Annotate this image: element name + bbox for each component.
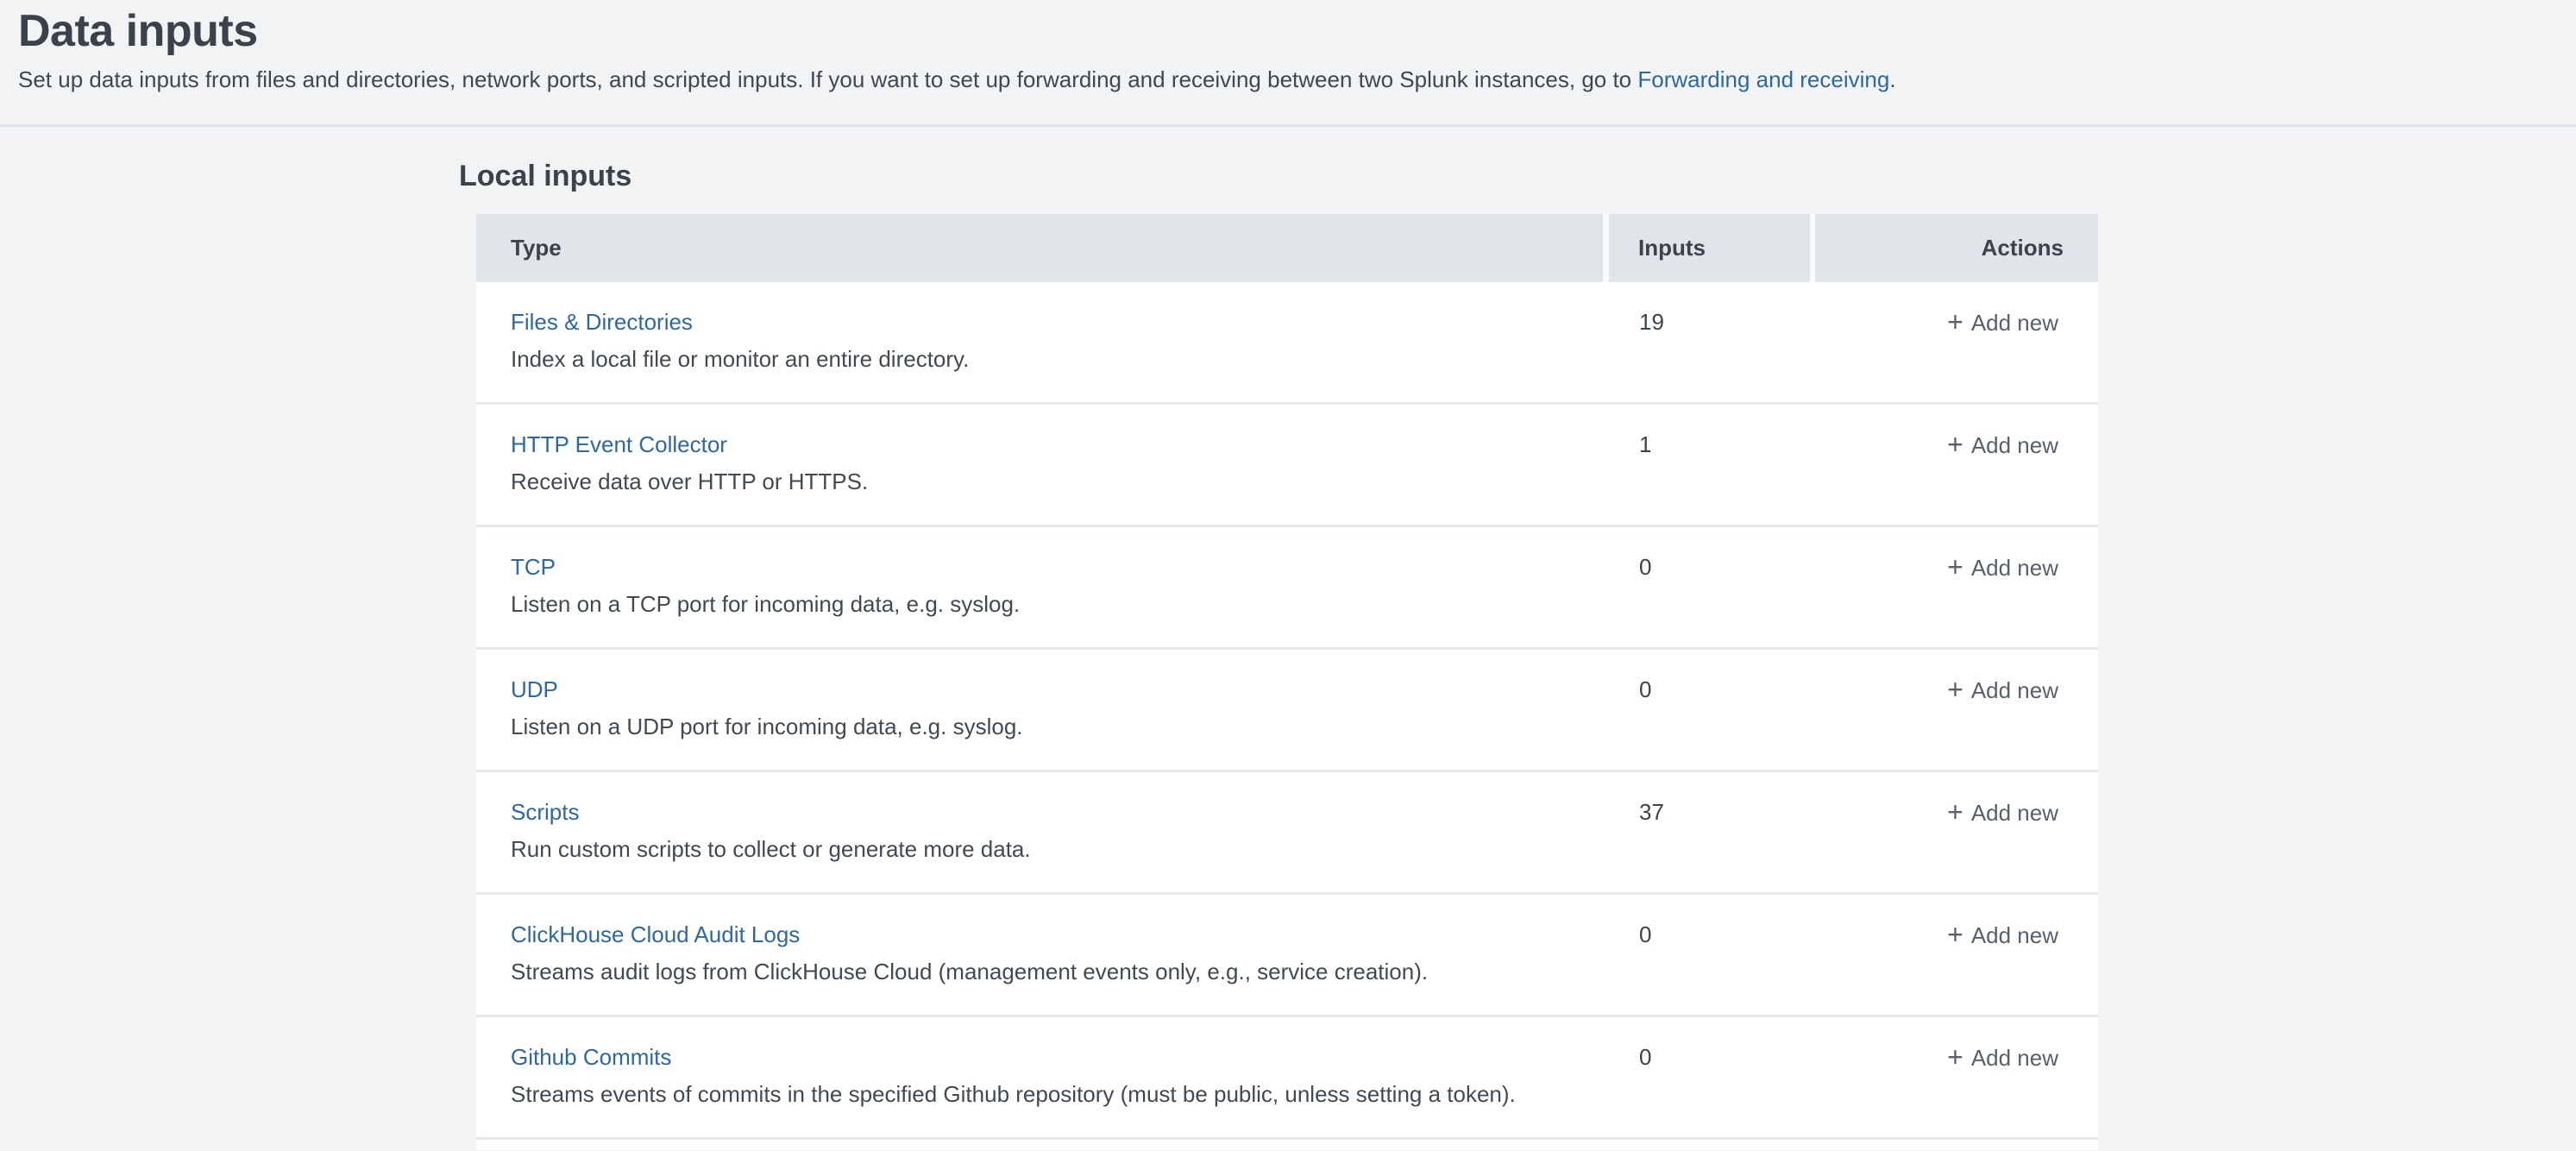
- column-header-type: Type: [476, 214, 1603, 282]
- actions-cell: + Add new: [1810, 650, 2098, 770]
- type-cell: HTTP Event Collector Receive data over H…: [476, 405, 1603, 525]
- column-header-inputs: Inputs: [1603, 214, 1810, 282]
- input-type-link[interactable]: TCP: [511, 552, 556, 582]
- add-new-link[interactable]: + Add new: [1947, 918, 2058, 951]
- inputs-count: 0: [1603, 895, 1810, 1015]
- add-new-label: Add new: [1971, 310, 2058, 336]
- inputs-count: 0: [1603, 527, 1810, 647]
- input-type-description: Index a local file or monitor an entire …: [511, 344, 1603, 374]
- type-cell: Scripts Run custom scripts to collect or…: [476, 772, 1603, 892]
- actions-cell: + Add new: [1810, 527, 2098, 647]
- table-row: TCP Listen on a TCP port for incoming da…: [476, 527, 2098, 650]
- inputs-count: 37: [1603, 772, 1810, 892]
- input-type-description: Listen on a UDP port for incoming data, …: [511, 712, 1603, 741]
- content-area: Local inputs Type Inputs Actions Files &…: [0, 159, 2576, 1150]
- input-type-link[interactable]: HTTP Event Collector: [511, 430, 727, 459]
- plus-icon: +: [1947, 306, 1963, 337]
- inputs-count: 1: [1603, 405, 1810, 525]
- input-type-description: Receive data over HTTP or HTTPS.: [511, 467, 1603, 496]
- local-inputs-table: Type Inputs Actions Files & Directories …: [476, 214, 2098, 1150]
- input-type-link[interactable]: Files & Directories: [511, 307, 693, 336]
- actions-cell: + Add new: [1810, 282, 2098, 402]
- add-new-label: Add new: [1971, 1045, 2058, 1071]
- actions-cell: + Add new: [1810, 772, 2098, 892]
- table-row: Github Commits Streams events of commits…: [476, 1017, 2098, 1140]
- add-new-label: Add new: [1971, 432, 2058, 458]
- add-new-link[interactable]: + Add new: [1947, 796, 2058, 828]
- page-title: Data inputs: [18, 3, 2550, 59]
- page-subtitle: Set up data inputs from files and direct…: [18, 64, 2550, 95]
- table-row: Files & Directories Index a local file o…: [476, 282, 2098, 405]
- add-new-link[interactable]: + Add new: [1947, 428, 2058, 461]
- header-divider: [0, 124, 2576, 127]
- plus-icon: +: [1947, 796, 1963, 827]
- add-new-link[interactable]: + Add new: [1947, 305, 2058, 338]
- type-cell: TCP Listen on a TCP port for incoming da…: [476, 527, 1603, 647]
- input-type-link[interactable]: Github Commits: [511, 1042, 671, 1072]
- inputs-count: 0: [1603, 650, 1810, 770]
- plus-icon: +: [1947, 1041, 1963, 1072]
- actions-cell: + Add new: [1810, 405, 2098, 525]
- input-type-link[interactable]: UDP: [511, 675, 558, 704]
- type-cell: Github Commits Streams events of commits…: [476, 1017, 1603, 1137]
- input-type-description: Streams audit logs from ClickHouse Cloud…: [511, 957, 1603, 986]
- table-row: Scripts Run custom scripts to collect or…: [476, 772, 2098, 895]
- table-row-partial: [476, 1140, 2098, 1150]
- page-subtitle-period: .: [1889, 66, 1895, 92]
- input-type-description: Listen on a TCP port for incoming data, …: [511, 589, 1603, 619]
- add-new-link[interactable]: + Add new: [1947, 1041, 2058, 1073]
- plus-icon: +: [1947, 674, 1963, 705]
- inputs-count: 19: [1603, 282, 1810, 402]
- input-type-description: Streams events of commits in the specifi…: [511, 1079, 1603, 1109]
- input-type-link[interactable]: ClickHouse Cloud Audit Logs: [511, 920, 800, 949]
- plus-icon: +: [1947, 551, 1963, 582]
- data-inputs-page: Data inputs Set up data inputs from file…: [0, 0, 2576, 1151]
- table-header-row: Type Inputs Actions: [476, 214, 2098, 282]
- actions-cell: + Add new: [1810, 1017, 2098, 1137]
- page-subtitle-text: Set up data inputs from files and direct…: [18, 66, 1637, 92]
- type-cell: UDP Listen on a UDP port for incoming da…: [476, 650, 1603, 770]
- plus-icon: +: [1947, 429, 1963, 460]
- type-cell: ClickHouse Cloud Audit Logs Streams audi…: [476, 895, 1603, 1015]
- plus-icon: +: [1947, 919, 1963, 950]
- table-row: ClickHouse Cloud Audit Logs Streams audi…: [476, 895, 2098, 1017]
- add-new-label: Add new: [1971, 677, 2058, 703]
- table-body: Files & Directories Index a local file o…: [476, 282, 2098, 1140]
- add-new-link[interactable]: + Add new: [1947, 673, 2058, 706]
- section-heading-local-inputs: Local inputs: [459, 159, 2576, 193]
- table-row: UDP Listen on a UDP port for incoming da…: [476, 650, 2098, 772]
- forwarding-and-receiving-link[interactable]: Forwarding and receiving: [1637, 66, 1889, 92]
- actions-cell: + Add new: [1810, 895, 2098, 1015]
- add-new-link[interactable]: + Add new: [1947, 550, 2058, 583]
- add-new-label: Add new: [1971, 555, 2058, 581]
- input-type-description: Run custom scripts to collect or generat…: [511, 834, 1603, 864]
- add-new-label: Add new: [1971, 800, 2058, 826]
- page-header: Data inputs Set up data inputs from file…: [0, 0, 2576, 95]
- add-new-label: Add new: [1971, 922, 2058, 948]
- type-cell: Files & Directories Index a local file o…: [476, 282, 1603, 402]
- table-row: HTTP Event Collector Receive data over H…: [476, 405, 2098, 527]
- column-header-actions: Actions: [1810, 214, 2098, 282]
- inputs-count: 0: [1603, 1017, 1810, 1137]
- input-type-link[interactable]: Scripts: [511, 797, 579, 827]
